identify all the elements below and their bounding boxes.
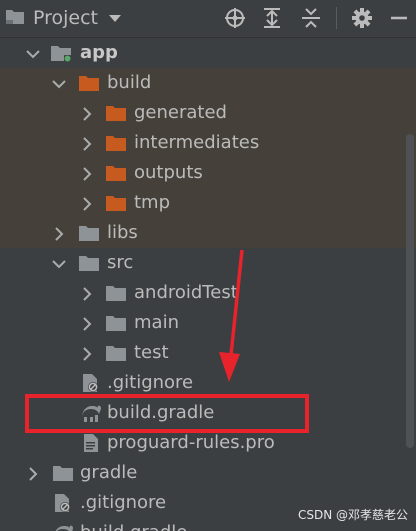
chevron-right-icon[interactable]	[80, 346, 94, 361]
chevron-right-icon[interactable]	[80, 316, 94, 331]
gitignore-file-icon	[80, 373, 102, 393]
tree-item-intermediates[interactable]: intermediates	[0, 128, 416, 158]
tree-item-label: app	[80, 42, 118, 63]
tree-item-test[interactable]: test	[0, 338, 416, 368]
chevron-down-icon[interactable]	[52, 256, 66, 270]
tree-item-build[interactable]: build	[0, 68, 416, 98]
tree-item-label: build.gradle	[80, 520, 187, 531]
tree-item-gradle[interactable]: gradle	[0, 458, 416, 488]
tree-item-label: main	[134, 312, 179, 333]
chevron-right-icon[interactable]	[80, 106, 94, 121]
excluded-folder-icon	[105, 103, 127, 123]
tree-item-app[interactable]: app	[0, 38, 416, 68]
folder-icon	[78, 223, 100, 243]
vertical-scrollbar[interactable]	[404, 38, 416, 531]
project-title: Project	[33, 7, 99, 29]
chevron-down-icon[interactable]	[26, 46, 40, 60]
tree-item-outputs[interactable]: outputs	[0, 158, 416, 188]
tree-item-label: .gitignore	[107, 372, 194, 393]
tree-item-label: build	[107, 72, 152, 93]
project-tree: app build generated intermediates output…	[0, 38, 416, 531]
project-toolbar: Project	[0, 0, 416, 38]
tree-item-label: src	[107, 252, 134, 273]
tree-item-androidtest[interactable]: androidTest	[0, 278, 416, 308]
expand-all-icon[interactable]	[259, 5, 285, 31]
module-folder-icon	[50, 43, 72, 63]
tree-item-label: intermediates	[134, 132, 260, 153]
excluded-folder-icon	[105, 193, 127, 213]
watermark: CSDN @邓孝慈老公	[297, 508, 408, 522]
locate-icon[interactable]	[222, 5, 248, 31]
scrollbar-thumb[interactable]	[406, 134, 414, 448]
minimize-icon[interactable]	[386, 5, 412, 31]
chevron-right-icon[interactable]	[80, 136, 94, 151]
project-view-selector[interactable]: Project	[5, 3, 122, 33]
chevron-right-icon[interactable]	[80, 196, 94, 211]
chevron-right-icon[interactable]	[80, 166, 94, 181]
chevron-down-icon[interactable]	[52, 76, 66, 90]
gitignore-file-icon	[52, 493, 74, 513]
tree-item-main[interactable]: main	[0, 308, 416, 338]
chevron-right-icon[interactable]	[26, 466, 40, 481]
folder-icon	[52, 463, 74, 483]
gradle-file-icon	[52, 523, 74, 531]
collapse-all-icon[interactable]	[298, 5, 324, 31]
folder-icon	[105, 283, 127, 303]
tree-item-generated[interactable]: generated	[0, 98, 416, 128]
chevron-right-icon[interactable]	[80, 286, 94, 301]
tree-item-label: test	[134, 342, 169, 363]
toolbar-separator	[336, 7, 337, 29]
tree-item-label: libs	[107, 222, 138, 243]
tree-item-src[interactable]: src	[0, 248, 416, 278]
gear-icon[interactable]	[349, 5, 375, 31]
project-folder-icon	[5, 7, 25, 30]
tree-item-label: outputs	[134, 162, 203, 183]
text-file-icon	[80, 433, 102, 453]
project-tool-window: Project app build generated intermediate…	[0, 0, 416, 531]
folder-icon	[78, 253, 100, 273]
tree-item-label: tmp	[134, 192, 171, 213]
tree-item-tmp[interactable]: tmp	[0, 188, 416, 218]
tree-item-label: proguard-rules.pro	[107, 432, 275, 453]
tree-item-libs[interactable]: libs	[0, 218, 416, 248]
annotation-highlight-box	[25, 394, 309, 433]
tree-item-label: generated	[134, 102, 227, 123]
tree-item-label: .gitignore	[80, 492, 167, 513]
tree-item-label: gradle	[80, 462, 138, 483]
excluded-folder-icon	[78, 73, 100, 93]
chevron-right-icon[interactable]	[52, 226, 66, 241]
folder-icon	[105, 343, 127, 363]
tree-item-label: androidTest	[134, 282, 238, 303]
chevron-down-icon	[108, 7, 122, 29]
excluded-folder-icon	[105, 133, 127, 153]
folder-icon	[105, 313, 127, 333]
excluded-folder-icon	[105, 163, 127, 183]
